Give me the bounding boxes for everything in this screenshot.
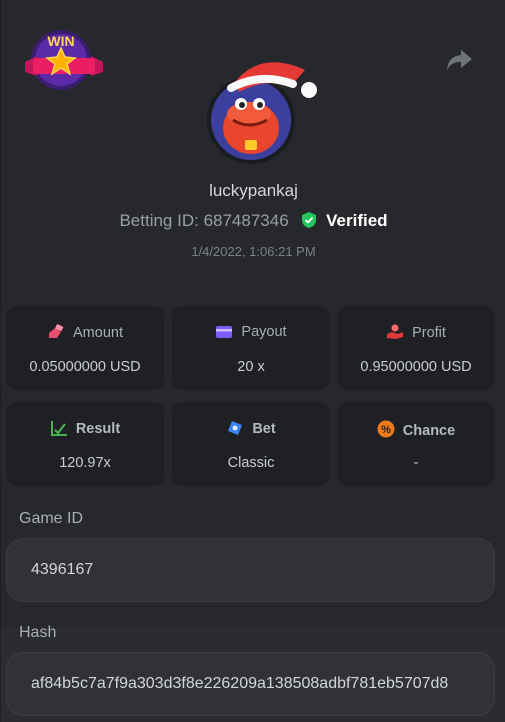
win-badge-text: WIN: [47, 33, 74, 49]
profit-value: 0.95000000 USD: [360, 359, 472, 375]
bet-icon: [228, 421, 243, 435]
payout-card: Payout 20 x: [172, 306, 330, 390]
amount-value: 0.05000000 USD: [29, 359, 141, 375]
payout-label: Payout: [241, 324, 287, 340]
amount-card: Amount 0.05000000 USD: [6, 306, 164, 390]
hash-value: af84b5c7a7f9a303d3f8e226209a138508adbf78…: [31, 675, 449, 692]
result-label: Result: [75, 421, 121, 437]
chance-card: % Chance -: [337, 402, 495, 486]
avatar: [201, 44, 325, 166]
money-hand-icon: [49, 324, 64, 338]
profit-card: Profit 0.95000000 USD: [337, 306, 495, 390]
amount-label: Amount: [73, 325, 123, 341]
hash-label: Hash: [19, 624, 57, 641]
bet-value: Classic: [227, 455, 275, 471]
game-id-field[interactable]: 4396167: [6, 538, 495, 602]
share-icon[interactable]: [444, 47, 474, 73]
chance-value: -: [413, 455, 419, 471]
win-badge-icon: WIN: [21, 26, 107, 92]
bet-card: Bet Classic: [172, 402, 330, 486]
game-id-label: Game ID: [19, 510, 84, 527]
chance-label: Chance: [402, 423, 456, 439]
bet-details-panel: WIN luckypankaj Betting ID: 687487346 Ve…: [0, 0, 505, 722]
verified-shield-icon: [302, 212, 317, 228]
verified-label: Verified: [326, 211, 388, 230]
result-value: 120.97x: [59, 455, 111, 471]
svg-text:%: %: [381, 424, 391, 436]
bet-label: Bet: [252, 421, 276, 437]
bet-timestamp: 1/4/2022, 1:06:21 PM: [191, 244, 316, 259]
game-id-value: 4396167: [31, 561, 94, 578]
betting-id-label: Betting ID:: [119, 211, 199, 230]
percent-icon: %: [377, 420, 395, 438]
result-card: Result 120.97x: [6, 402, 164, 486]
username: luckypankaj: [209, 181, 298, 200]
betting-id-value: 687487346: [203, 211, 289, 230]
payout-value: 20 x: [237, 359, 265, 375]
card-icon: [216, 326, 233, 338]
profit-label: Profit: [412, 325, 446, 341]
chart-check-icon: [50, 421, 67, 436]
hash-field[interactable]: af84b5c7a7f9a303d3f8e226209a138508adbf78…: [6, 652, 495, 716]
betting-id-row: Betting ID: 687487346 Verified: [1, 211, 505, 231]
profit-hand-icon: [387, 324, 404, 339]
